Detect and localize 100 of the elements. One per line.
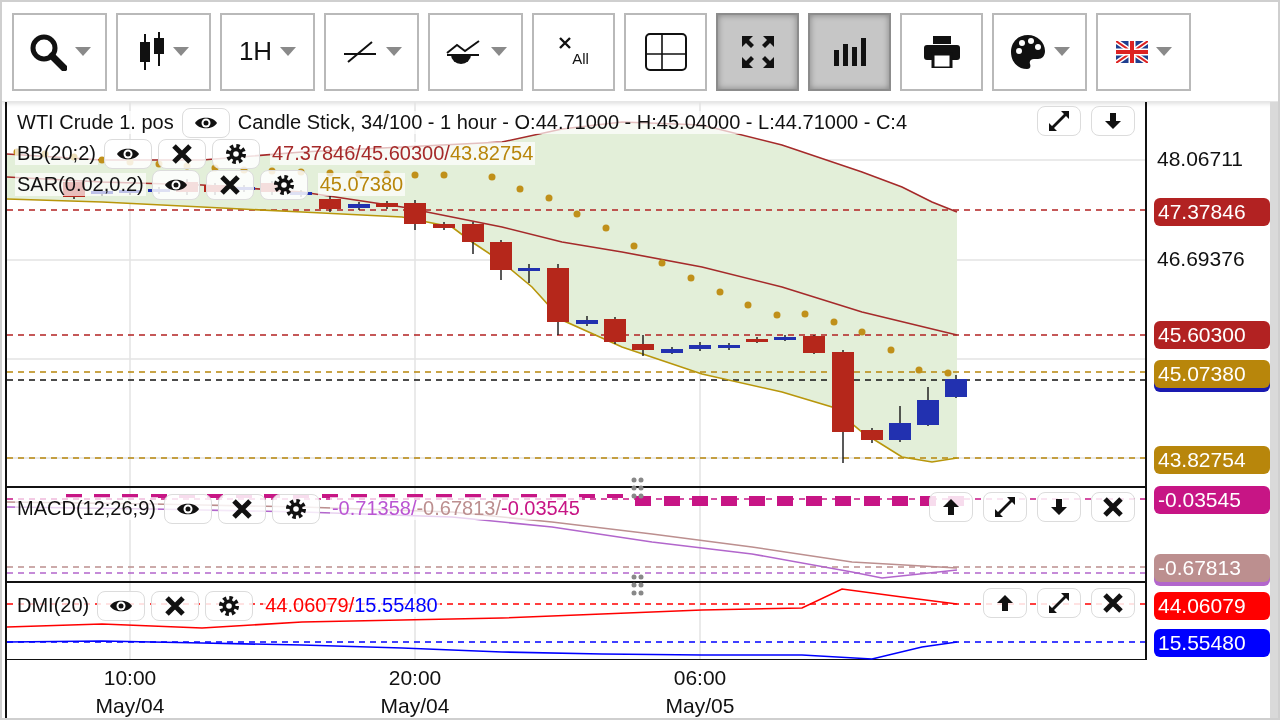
candle [604,316,626,345]
candle [889,405,911,443]
indicator-values: 47.37846/45.60300/43.82754 [269,142,536,165]
fullscreen-tool-button[interactable] [716,12,799,91]
indicator-name: MACD(12;26;9) [15,497,158,520]
expand-icon [994,496,1016,518]
histogram-bar [864,496,880,506]
candle [718,342,740,351]
move-down-button[interactable] [1037,492,1081,522]
print-tool-button[interactable] [900,12,983,91]
histogram-bar [721,496,737,506]
close-icon [170,142,193,165]
price-tag: -0.67813 [1154,554,1270,582]
sar-dot [687,274,695,282]
close-pane-button[interactable] [1091,492,1135,522]
histogram-bar [635,496,651,506]
print-icon [923,35,960,68]
remove-button[interactable] [157,138,206,169]
arrow-up-icon [996,594,1014,612]
timeframe-tool-button[interactable]: 1H [220,12,315,91]
settings-button[interactable] [211,138,260,169]
histogram-bar [607,494,623,498]
move-up-button[interactable] [929,492,973,522]
candle [945,374,967,399]
indicator-values: 45.07380 [317,173,406,196]
price-tick-label: 46.69376 [1157,247,1245,271]
time-label: 20:00 [388,665,442,691]
indicator-name: SAR(0.02,0.2) [15,173,146,196]
histogram-bar [806,496,822,506]
move-up-button[interactable] [983,588,1027,618]
candle [917,386,939,427]
symbol-name: WTI Crude 1. pos [15,111,176,134]
sar-dot [744,301,752,309]
remove-button[interactable] [151,590,200,621]
bar-chart-icon [832,37,867,66]
settings-button[interactable] [205,590,254,621]
palette-tool-button[interactable] [992,12,1087,91]
settings-button[interactable] [271,493,320,524]
candle [462,221,484,255]
indicator-tool-button[interactable] [428,12,523,91]
maximize-button[interactable] [1037,106,1081,136]
sar-dot [915,366,923,374]
fullscreen-icon [740,34,775,69]
arrow-up-icon [942,498,960,516]
remove-button[interactable] [217,493,266,524]
close-icon [218,173,241,196]
sar-dot [801,310,809,318]
visibility-button[interactable] [103,138,152,169]
settings-icon [218,594,241,617]
candle [433,221,455,231]
sar-dot [858,328,866,336]
move-down-button[interactable] [1091,106,1135,136]
candle [632,334,654,357]
search-tool-button[interactable] [12,12,107,91]
indicator-name: BB(20;2) [15,142,98,165]
sar-dot [658,259,666,267]
settings-icon [272,173,295,196]
price-tick-label: 48.06711 [1157,147,1244,171]
crosshair-tool-button[interactable] [624,12,707,91]
sar-dot [602,224,610,232]
volume-tool-button[interactable] [808,12,891,91]
search-icon [28,32,67,71]
candle [319,195,341,213]
histogram-bar [749,496,765,506]
histogram-bar [664,496,680,506]
close-icon [558,36,573,50]
sar-dot [516,185,524,193]
date-label: May/04 [95,693,165,718]
maximize-button[interactable] [1037,588,1081,618]
crosshair-icon [643,31,688,72]
histogram-bar [777,496,793,506]
time-label: 10:00 [103,665,157,691]
close-icon [164,594,187,617]
flag-tool-button[interactable] [1096,12,1191,91]
sar-dot [630,242,638,250]
sar-dot [488,173,496,181]
close-pane-button[interactable] [1091,588,1135,618]
visibility-button[interactable] [181,107,230,138]
line-icon [341,39,378,64]
flag-icon [1115,40,1148,63]
candles-tool-button[interactable] [116,12,211,91]
maximize-button[interactable] [983,492,1027,522]
indicator-name: DMI(20) [15,594,92,617]
candle [803,334,825,355]
candle [348,201,370,211]
sar-dot [545,194,553,202]
visibility-button[interactable] [97,590,146,621]
line-tool-button[interactable] [324,12,419,91]
expand-icon [1048,592,1070,614]
candle [689,341,711,352]
close-icon [1102,496,1124,518]
candle [861,427,883,444]
visibility-button[interactable] [163,493,212,524]
expand-icon [1048,110,1070,132]
candle [404,199,426,231]
candle [490,239,512,281]
date-label: May/05 [665,693,735,718]
histogram-bar [692,496,708,506]
date-label: May/04 [380,693,450,718]
candle [774,334,796,342]
